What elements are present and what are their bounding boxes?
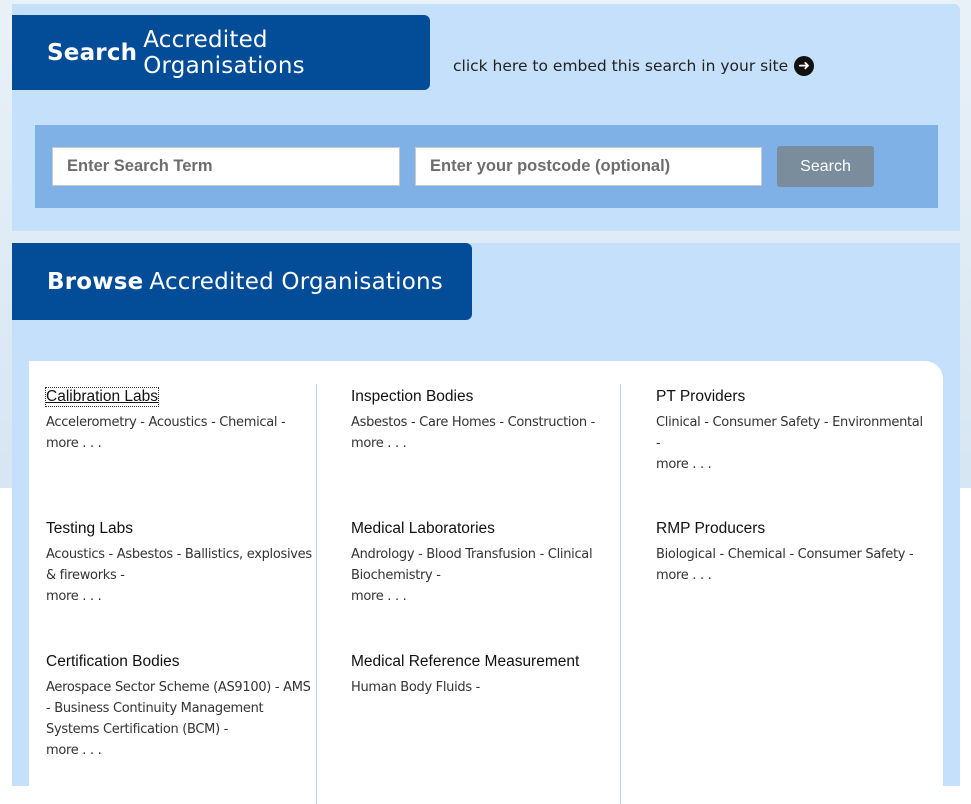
embed-search-label: click here to embed this search in your … [453,57,789,75]
category-testing-labs: Testing Labs Acoustics - Asbestos - Ball… [46,520,314,607]
category-title-link[interactable]: Medical Reference Measurement [351,653,579,671]
category-items: Human Body Fluids - [351,677,631,698]
category-items-text[interactable]: Andrology - Blood Transfusion - Clinical… [351,547,593,583]
more-link[interactable]: more . . . [46,740,314,761]
more-link[interactable]: more . . . [656,565,924,586]
category-pt-providers: PT Providers Clinical - Consumer Safety … [656,388,924,475]
search-panel: Search Accredited Organisations click he… [12,4,960,231]
category-items: Acoustics - Asbestos - Ballistics, explo… [46,544,314,607]
category-medical-reference-measurement: Medical Reference Measurement Human Body… [351,653,631,698]
category-items: Clinical - Consumer Safety - Environment… [656,412,924,475]
search-heading-rest: Accredited Organisations [143,26,305,79]
category-items-text[interactable]: Human Body Fluids - [351,680,480,695]
search-heading-bold: Search [47,39,138,66]
browse-heading-rest: Accredited Organisations [149,268,443,295]
category-title-link[interactable]: Testing Labs [46,520,133,538]
category-title-link[interactable]: PT Providers [656,388,745,406]
search-heading: Search Accredited Organisations [12,15,430,90]
category-items-text[interactable]: Accelerometry - Acoustics - Chemical - [46,415,286,430]
more-link[interactable]: more . . . [351,433,619,454]
category-items: Asbestos - Care Homes - Construction - m… [351,412,619,454]
category-items: Biological - Chemical - Consumer Safety … [656,544,924,586]
category-items-text[interactable]: Aerospace Sector Scheme (AS9100) - AMS -… [46,680,311,737]
more-link[interactable]: more . . . [351,586,619,607]
postcode-input[interactable] [415,147,762,186]
category-items-text[interactable]: Acoustics - Asbestos - Ballistics, explo… [46,547,312,583]
category-title-link[interactable]: Inspection Bodies [351,388,473,406]
category-items: Accelerometry - Acoustics - Chemical - m… [46,412,314,454]
category-title-link[interactable]: RMP Producers [656,520,765,538]
category-items-text[interactable]: Clinical - Consumer Safety - Environment… [656,415,923,451]
category-medical-laboratories: Medical Laboratories Andrology - Blood T… [351,520,619,607]
category-calibration-labs: Calibration Labs Accelerometry - Acousti… [44,387,314,454]
category-items-text[interactable]: Asbestos - Care Homes - Construction - [351,415,595,430]
category-title-link[interactable]: Certification Bodies [46,653,180,671]
category-items: Aerospace Sector Scheme (AS9100) - AMS -… [46,677,314,761]
more-link[interactable]: more . . . [656,454,924,475]
search-button[interactable]: Search [777,146,874,187]
browse-heading: Browse Accredited Organisations [12,243,472,320]
category-items-text[interactable]: Biological - Chemical - Consumer Safety … [656,547,914,562]
category-rmp-producers: RMP Producers Biological - Chemical - Co… [656,520,924,586]
column-divider [316,384,317,804]
category-inspection-bodies: Inspection Bodies Asbestos - Care Homes … [351,388,619,454]
category-items: Andrology - Blood Transfusion - Clinical… [351,544,619,607]
search-bar: Search [35,125,938,208]
more-link[interactable]: more . . . [46,433,314,454]
categories-card: Calibration Labs Accelerometry - Acousti… [29,361,943,804]
search-term-input[interactable] [52,147,400,186]
browse-heading-bold: Browse [47,268,144,295]
arrow-right-circle-icon: ➜ [794,56,815,76]
browse-panel: Browse Accredited Organisations Calibrat… [12,243,960,804]
category-title-link[interactable]: Medical Laboratories [351,520,495,538]
category-certification-bodies: Certification Bodies Aerospace Sector Sc… [46,653,314,761]
more-link[interactable]: more . . . [46,586,314,607]
column-divider [620,384,621,804]
category-title-link[interactable]: Calibration Labs [44,387,160,407]
embed-search-link[interactable]: click here to embed this search in your … [453,56,815,76]
